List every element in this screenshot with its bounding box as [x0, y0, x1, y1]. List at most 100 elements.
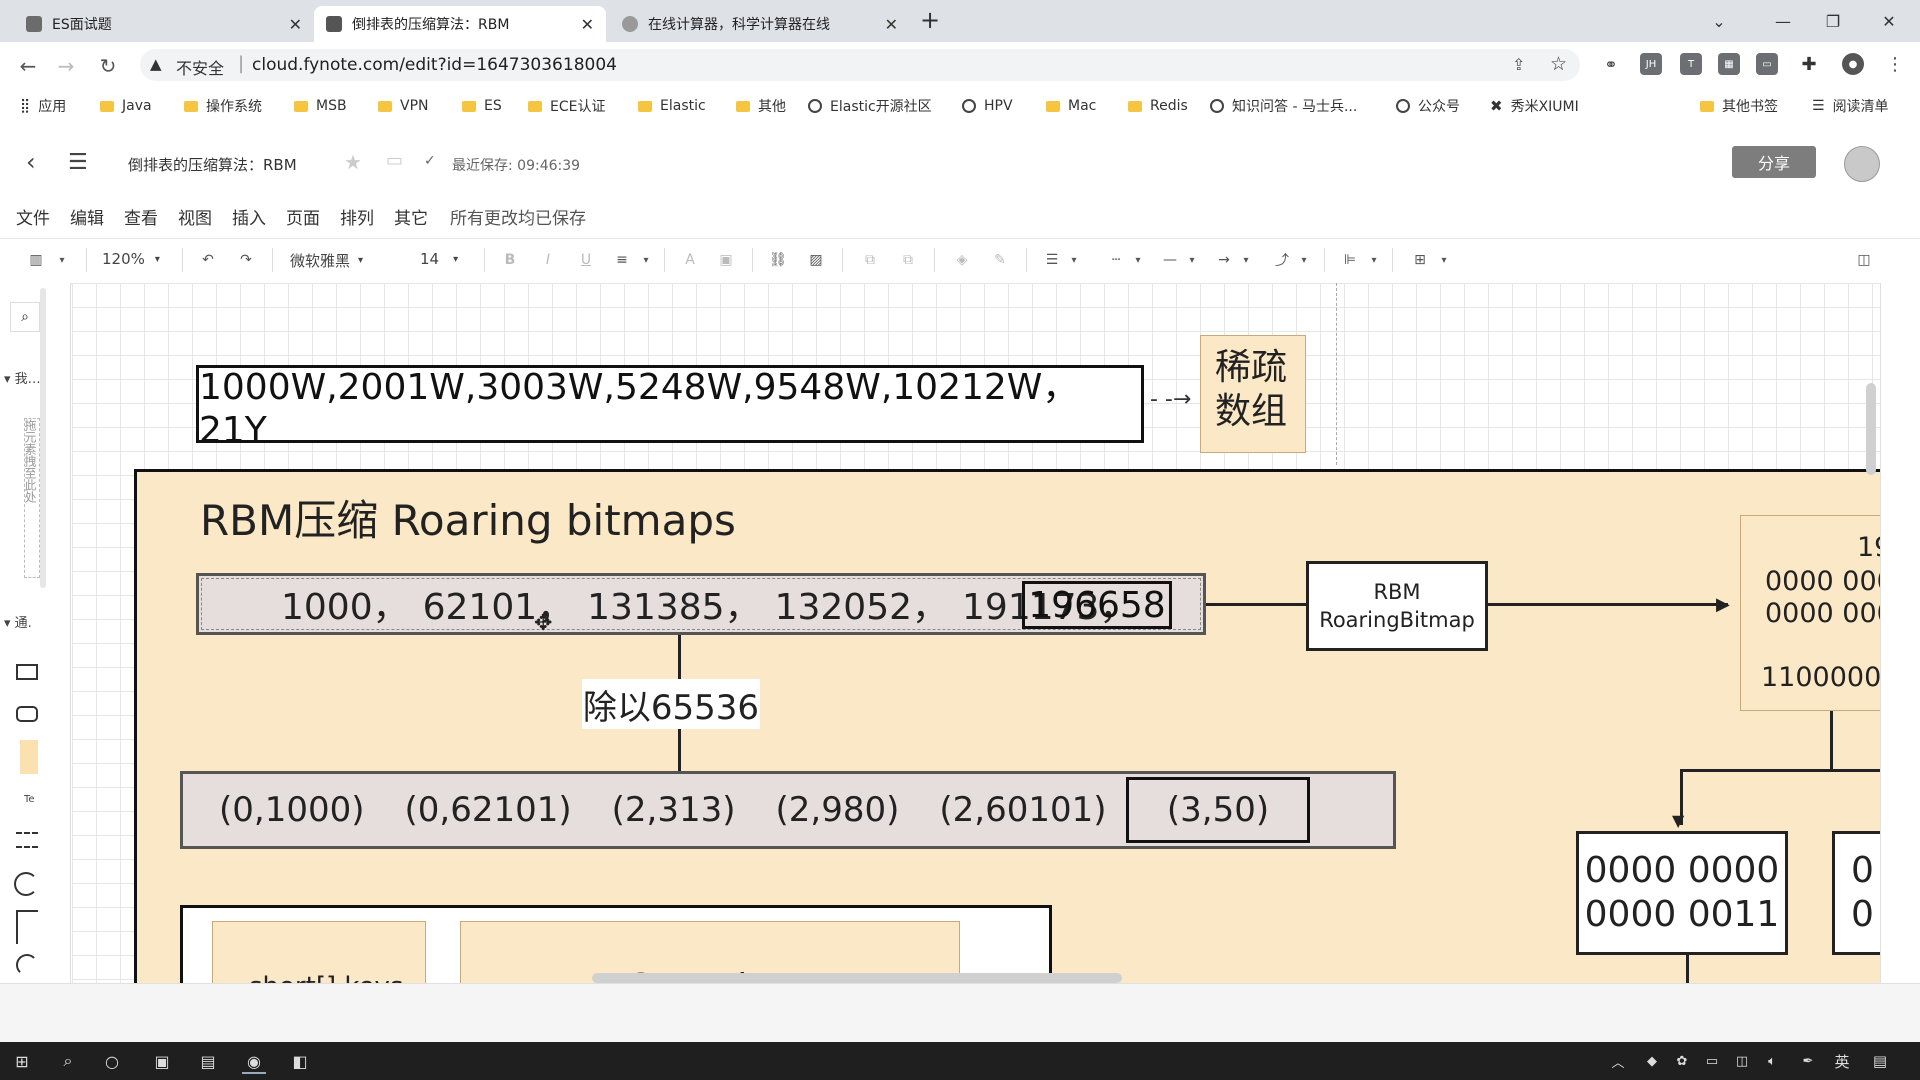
chevron-down-icon[interactable]: ▾ [1294, 250, 1314, 270]
close-window-button[interactable]: ✕ [1866, 0, 1912, 42]
sidebar-group-general[interactable]: ▾ 通. [4, 612, 32, 631]
tray-app-icon[interactable]: ◆ [1640, 1050, 1664, 1072]
align-icon[interactable]: ≡ [612, 250, 632, 270]
volume-icon[interactable]: 🔈︎ [1760, 1050, 1784, 1072]
search-icon[interactable]: ⌕ [10, 302, 40, 332]
short-keys-note[interactable]: short[] keys [212, 921, 426, 983]
panel-layout-icon[interactable]: ▥ [26, 250, 46, 270]
tray-app-icon[interactable]: ✿ [1670, 1050, 1694, 1072]
vertical-scrollbar[interactable] [1866, 383, 1876, 475]
bookmark-redis[interactable]: Redis [1128, 96, 1188, 116]
bookmark-java[interactable]: Java [100, 96, 152, 116]
textbox-shape[interactable] [16, 832, 38, 848]
chevron-down-icon[interactable]: ▾ [636, 250, 656, 270]
chevron-down-icon[interactable]: ▾ [1182, 250, 1202, 270]
chevron-down-icon[interactable]: ▾ [52, 250, 72, 270]
favorite-star-icon[interactable]: ★ [344, 150, 362, 174]
line-color-icon[interactable]: ✎ [990, 250, 1010, 270]
sidebar-scrollbar[interactable] [40, 288, 46, 588]
zoom-dropdown[interactable]: 120% ▾ [102, 250, 160, 268]
font-color-icon[interactable]: A [680, 250, 700, 270]
chevron-down-icon[interactable]: ▾ [1236, 250, 1256, 270]
reload-icon[interactable]: ↻ [94, 52, 122, 80]
task-view-icon[interactable]: ○ [100, 1050, 124, 1072]
table-icon[interactable]: ⊞ [1410, 250, 1430, 270]
rounded-rectangle-shape[interactable] [16, 706, 38, 722]
app-pinned-icon[interactable]: ▣ [150, 1050, 174, 1072]
chrome-browser-icon[interactable]: ◉ [242, 1050, 266, 1074]
bookmark-es[interactable]: ES [462, 96, 502, 116]
underline-icon[interactable]: U [576, 250, 596, 270]
bookmark-xiumi[interactable]: ✖ 秀米XIUMI [1490, 96, 1579, 116]
tab-es-interview[interactable]: ES面试题 ✕ [14, 6, 314, 42]
move-folder-icon[interactable]: ▭ [386, 150, 403, 171]
text-shape[interactable]: Te [24, 794, 35, 805]
share-icon[interactable]: ⇪ [1512, 55, 1525, 74]
text-block-shape[interactable] [20, 740, 38, 774]
menu-other[interactable]: 其它 [394, 204, 428, 229]
minimize-button[interactable]: — [1760, 0, 1806, 42]
new-tab-button[interactable]: + [920, 6, 940, 34]
bookmark-other[interactable]: 其他 [736, 96, 786, 116]
sidebar-group-mine[interactable]: ▾ 我… [4, 368, 41, 387]
bookmark-hpv[interactable]: HPV [962, 96, 1013, 116]
windows-start-icon[interactable]: ⊞ [10, 1050, 34, 1072]
menu-insert[interactable]: 插入 [232, 204, 266, 229]
security-label[interactable]: 不安全 [176, 55, 224, 79]
italic-icon[interactable]: I [538, 250, 558, 270]
bookmark-msb[interactable]: MSB [294, 96, 347, 116]
share-button[interactable]: 分享 [1732, 146, 1816, 178]
tray-chevron-up-icon[interactable]: ︿ [1606, 1050, 1630, 1072]
extension-grid-icon[interactable]: ▦ [1718, 53, 1740, 75]
more-menu-icon[interactable]: ⋮ [1884, 53, 1906, 75]
extensions-puzzle-icon[interactable]: ✚ [1798, 53, 1820, 75]
link-icon[interactable]: ⛓ [768, 250, 788, 270]
line-style-icon[interactable]: — [1160, 250, 1180, 270]
square-shape[interactable] [16, 910, 38, 944]
network-icon[interactable]: ◫ [1730, 1050, 1754, 1072]
bookmark-elastic[interactable]: Elastic [638, 96, 706, 116]
bookmark-vpn[interactable]: VPN [378, 96, 429, 116]
ellipse-shape[interactable] [14, 872, 38, 896]
toggle-panel-icon[interactable]: ◫ [1854, 250, 1874, 270]
undo-icon[interactable]: ↶ [198, 250, 218, 270]
chevron-down-icon[interactable]: ▾ [1434, 250, 1454, 270]
menu-page[interactable]: 页面 [286, 204, 320, 229]
bookmark-ece[interactable]: ECE认证 [528, 96, 605, 116]
font-size-dropdown[interactable]: 14 ▾ [420, 250, 458, 268]
menu-edit[interactable]: 编辑 [70, 204, 104, 229]
menu-file[interactable]: 文件 [16, 204, 50, 229]
binary-box-2[interactable]: 0 0 [1832, 831, 1880, 955]
bookmark-apps[interactable]: ⣿ 应用 [20, 96, 66, 116]
bookmark-os[interactable]: 操作系统 [184, 96, 262, 116]
input-last-value[interactable]: 196658 [1022, 581, 1172, 629]
close-tab-icon[interactable]: ✕ [885, 15, 898, 34]
document-title[interactable]: 倒排表的压缩算法：RBM [128, 154, 297, 175]
notification-icon[interactable]: ▤ [1868, 1050, 1892, 1072]
user-avatar[interactable] [1844, 146, 1880, 182]
binary-note[interactable]: 19665 0000 0000 00 0000 0000 00 11000000… [1740, 515, 1880, 711]
ime-language-icon[interactable]: 英 [1830, 1050, 1854, 1072]
forward-arrow-icon[interactable]: → [52, 52, 80, 80]
binary-box[interactable]: 0000 0000 0000 0011 [1576, 831, 1788, 955]
tab-calculator[interactable]: 在线计算器，科学计算器在线 ✕ [610, 6, 910, 42]
fill-bucket-icon[interactable]: ◈ [952, 250, 972, 270]
pair-last-value[interactable]: (3,50) [1126, 777, 1310, 843]
rectangle-shape[interactable] [16, 664, 38, 680]
chevron-down-icon[interactable]: ▾ [1128, 250, 1148, 270]
chevron-down-icon[interactable]: ▾ [1364, 250, 1384, 270]
star-bookmark-icon[interactable]: ☆ [1550, 53, 1567, 75]
file-explorer-icon[interactable]: ▤ [196, 1050, 220, 1072]
tab-search-chevron-down-icon[interactable]: ⌄ [1696, 0, 1742, 42]
line-width-icon[interactable]: ☰ [1042, 250, 1062, 270]
redo-icon[interactable]: ↷ [236, 250, 256, 270]
extension-jh-icon[interactable]: JH [1640, 53, 1662, 75]
horizontal-scrollbar[interactable] [592, 973, 1122, 983]
bookmark-wechat[interactable]: 公众号 [1396, 96, 1460, 116]
menu-display[interactable]: 视图 [178, 204, 212, 229]
extension-link-icon[interactable]: ⚭ [1600, 53, 1622, 75]
connector-icon[interactable]: ⤴ [1272, 250, 1292, 270]
maximize-button[interactable]: ❐ [1810, 0, 1856, 42]
menu-view[interactable]: 查看 [124, 204, 158, 229]
line-dash-icon[interactable]: ┄ [1106, 250, 1126, 270]
